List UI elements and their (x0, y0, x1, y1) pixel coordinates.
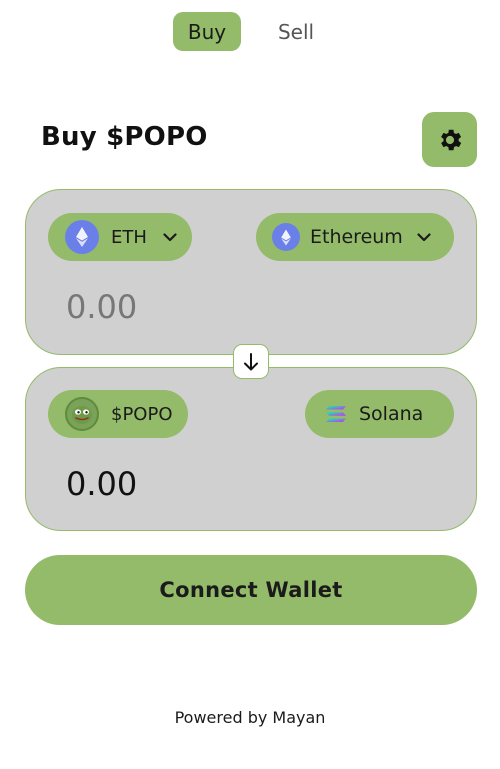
page-title: Buy $POPO (41, 122, 208, 152)
from-token-selector[interactable]: ETH (48, 213, 192, 261)
solana-icon (325, 403, 347, 425)
to-network-label: Solana (359, 403, 424, 425)
to-token-selector[interactable]: $POPO (48, 390, 188, 438)
to-amount-value: 0.00 (66, 465, 138, 503)
chevron-down-icon (163, 232, 177, 242)
to-network-selector[interactable]: Solana (305, 390, 454, 438)
from-network-label: Ethereum (310, 226, 403, 248)
from-card: ETH Ethereum 0.00 (25, 189, 477, 355)
swap-direction-button[interactable] (233, 344, 269, 379)
powered-by-footer: Powered by Mayan (174, 708, 326, 727)
ethereum-icon (65, 220, 99, 254)
from-network-selector[interactable]: Ethereum (256, 213, 454, 261)
from-amount-input[interactable]: 0.00 (66, 288, 137, 326)
tab-buy[interactable]: Buy (173, 12, 241, 51)
swap-widget: Buy Sell Buy $POPO ETH Ethereum 0.00 $PO… (0, 0, 500, 769)
from-token-label: ETH (111, 226, 147, 248)
ethereum-icon (272, 223, 300, 251)
gear-icon (440, 129, 461, 150)
to-token-label: $POPO (111, 403, 173, 425)
tab-sell[interactable]: Sell (266, 12, 326, 51)
arrow-down-icon (244, 352, 258, 370)
popo-icon (65, 397, 99, 431)
settings-button[interactable] (422, 112, 477, 167)
to-card: $POPO Solana 0.00 (25, 367, 477, 531)
connect-wallet-button[interactable]: Connect Wallet (25, 555, 477, 625)
chevron-down-icon (417, 232, 431, 242)
